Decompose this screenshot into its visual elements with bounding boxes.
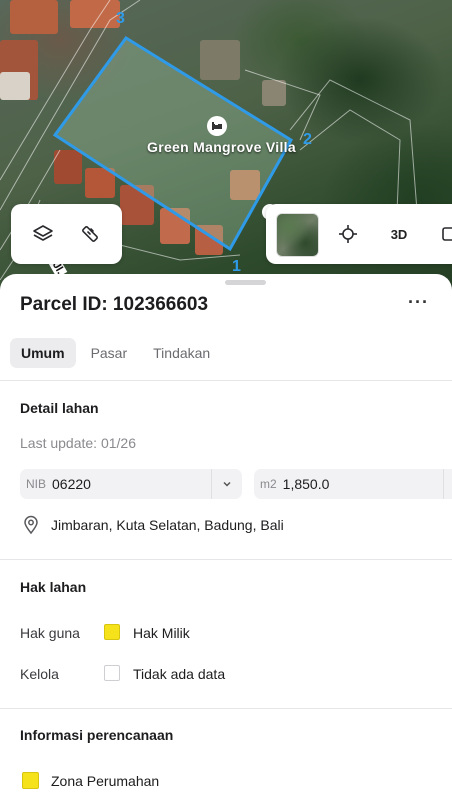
nib-select[interactable]: NIB 06220 [20,469,242,499]
area-field[interactable]: m2 1,850.0 [254,469,452,499]
rights-value-hak-guna: Hak Milik [133,625,190,641]
satellite-thumbnail[interactable] [276,213,319,257]
divider [0,380,452,381]
rights-value-kelola: Tidak ada data [133,666,226,682]
area-prefix: m2 [260,477,277,491]
area-value: 1,850.0 [282,476,330,492]
status-badge [104,624,120,640]
tab-umum[interactable]: Umum [10,338,76,368]
address-text: Jimbaran, Kuta Selatan, Badung, Bali [51,517,284,533]
nib-prefix: NIB [26,477,47,491]
zone-color-swatch [22,772,39,789]
chevron-down-icon[interactable] [211,469,242,499]
tab-pasar[interactable]: Pasar [80,338,139,368]
page-title: Parcel ID: 102366603 [20,294,209,315]
divider [0,708,452,709]
zone-label: Zona Perumahan [51,773,160,789]
vertex-label: 2 [303,131,312,148]
rights-label-kelola: Kelola [20,666,59,682]
vertex-label: 3 [116,10,125,27]
parcel-detail-sheet: Parcel ID: 102366603 ··· Umum Pasar Tind… [0,274,452,804]
crosshair-icon[interactable] [328,214,368,254]
sheet-drag-handle[interactable] [225,280,266,285]
more-options-icon[interactable]: ··· [408,292,429,313]
rotate-icon[interactable] [431,214,452,254]
hotel-icon[interactable] [207,116,227,136]
tab-bar: Umum Pasar Tindakan [10,338,221,368]
ruler-icon[interactable] [70,214,110,254]
3d-toggle-button[interactable]: 3D [379,214,419,254]
section-title-rights: Hak lahan [20,579,87,595]
place-label[interactable]: Green Mangrove Villa [147,139,296,155]
section-title-planning: Informasi perencanaan [20,727,174,743]
location-pin-icon [22,515,40,540]
area-field-divider [443,469,444,499]
section-title-detail: Detail lahan [20,400,99,416]
last-update-text: Last update: 01/26 [20,435,136,451]
rights-label-hak-guna: Hak guna [20,625,80,641]
divider [0,559,452,560]
tab-tindakan[interactable]: Tindakan [142,338,221,368]
nib-value: 06220 [52,476,91,492]
layers-icon[interactable] [23,214,63,254]
map-view-panel: 3D [266,204,452,264]
map-tools-panel [11,204,122,264]
status-badge [104,665,120,681]
